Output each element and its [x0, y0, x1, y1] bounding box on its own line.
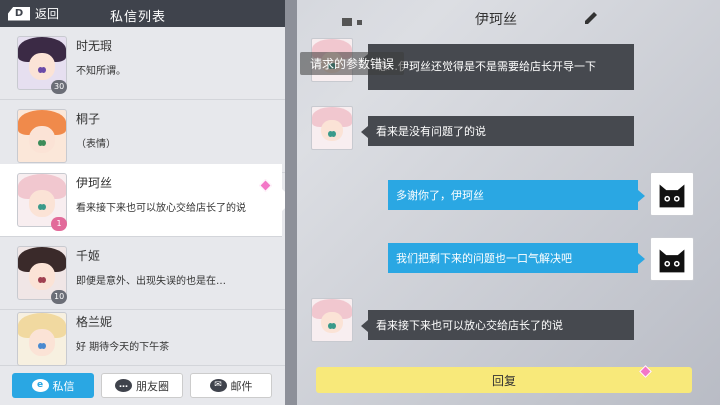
message-bubble-incoming: 看来是没有问题了的说: [361, 116, 634, 146]
back-button[interactable]: D 返回: [8, 4, 68, 23]
conversation-item[interactable]: 格兰妮 好 期待今天的下午茶: [0, 303, 285, 366]
tab-mail[interactable]: ✉ 邮件: [190, 373, 272, 398]
contact-name: 时无瑕: [76, 39, 113, 53]
decoration: [357, 20, 362, 25]
moments-icon: …: [115, 379, 132, 392]
level-badge: 10: [51, 290, 68, 304]
message-preview: 不知所谓。: [76, 66, 126, 77]
conversation-item[interactable]: 桐子 （表情）: [0, 100, 285, 173]
contact-name: 伊珂丝: [76, 176, 113, 190]
chat-header: 伊珂丝: [297, 0, 720, 35]
chat-title: 伊珂丝: [475, 12, 517, 28]
conversation-list-panel: D 返回 私信列表 30 时无瑕 不知所谓。 桐子 （表情） 1 伊珂丝 看来接…: [0, 0, 294, 405]
message-bubble-incoming: 看来接下来也可以放心交给店长了的说: [361, 310, 634, 340]
mail-icon: ✉: [209, 379, 227, 392]
message-preview: 好 期待今天的下午茶: [76, 342, 170, 353]
error-toast: 请求的参数错误: [300, 52, 405, 75]
message-preview: （表情）: [76, 139, 116, 150]
level-badge: 30: [51, 80, 68, 94]
decoration: [342, 18, 352, 26]
contact-name: 格兰妮: [76, 315, 113, 329]
contact-name: 桐子: [76, 112, 101, 126]
tab-moments-label: 朋友圈: [136, 379, 169, 393]
message-bubble-outgoing: 多谢你了，伊珂丝: [388, 180, 645, 210]
cat-avatar-icon: [650, 237, 694, 281]
unread-badge: 1: [51, 217, 67, 231]
message-bubble-incoming: 嗯…伊珂丝还觉得是不是需要给店长开导一下: [361, 44, 634, 90]
list-header: D 返回 私信列表: [0, 0, 285, 27]
contact-name: 千姬: [76, 249, 101, 263]
conversation-item[interactable]: 10 千姬 即便是意外、出现失误的也是在…: [0, 237, 285, 310]
reply-button[interactable]: 回复: [316, 367, 692, 393]
tab-messages[interactable]: e 私信: [12, 373, 94, 398]
avatar: [311, 298, 353, 342]
back-label: 返回: [35, 7, 60, 21]
avatar: [17, 312, 67, 366]
panel-divider: [285, 0, 297, 405]
cat-avatar-icon: [650, 172, 694, 216]
message-preview: 看来接下来也可以放心交给店长了的说: [76, 203, 246, 214]
avatar: [311, 106, 353, 150]
edit-pencil-icon[interactable]: [583, 10, 599, 26]
list-title: 私信列表: [110, 10, 167, 25]
conversation-item[interactable]: 30 时无瑕 不知所谓。: [0, 27, 285, 100]
message-bubble-outgoing: 我们把剩下来的问题也一口气解决吧: [388, 243, 645, 273]
avatar: [17, 109, 67, 163]
back-arrow-icon: D: [8, 6, 30, 21]
conversation-item-active[interactable]: 1 伊珂丝 看来接下来也可以放心交给店长了的说: [0, 164, 294, 237]
message-preview: 即便是意外、出现失误的也是在…: [76, 276, 226, 287]
tab-mail-label: 邮件: [230, 379, 253, 393]
chat-bubble-icon: e: [31, 379, 49, 392]
tab-moments[interactable]: … 朋友圈: [101, 373, 183, 398]
bottom-tab-bar: e 私信 … 朋友圈 ✉ 邮件: [0, 366, 285, 405]
tab-messages-label: 私信: [52, 379, 75, 393]
